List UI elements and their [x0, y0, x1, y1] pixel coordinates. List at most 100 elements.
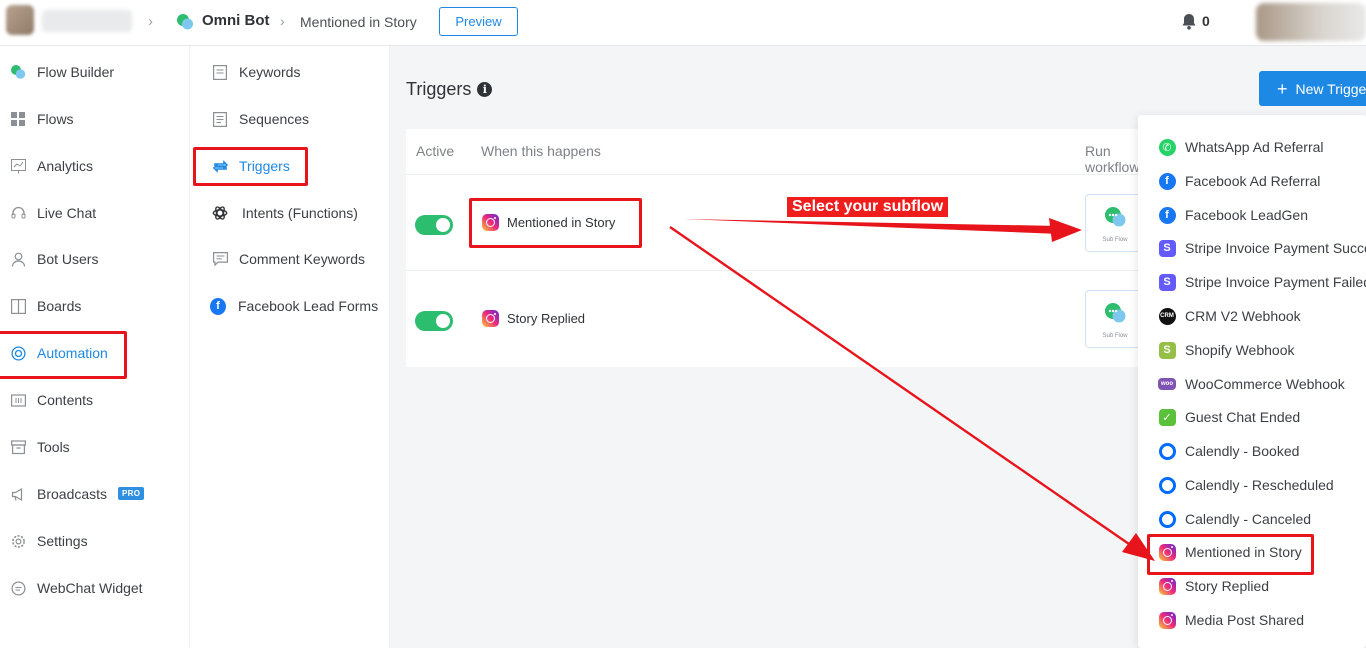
instagram-icon	[1158, 577, 1176, 595]
sidebar-item-tools[interactable]: Tools	[0, 432, 190, 462]
triggers-table: Active When this happens Run workflow Me…	[406, 129, 1166, 367]
sidebar-item-contents[interactable]: Contents	[0, 385, 190, 415]
sidebar-item-label: Boards	[37, 298, 82, 314]
highlight-box-automation	[0, 331, 127, 379]
workspace-name-blurred[interactable]	[42, 10, 132, 32]
workspace-avatar[interactable]	[6, 5, 34, 35]
column-header-when: When this happens	[481, 143, 601, 159]
subnav-item-label: Sequences	[239, 111, 310, 127]
headset-icon	[10, 205, 26, 221]
subflow-card[interactable]: Sub Flow	[1085, 194, 1145, 252]
subnav-item-facebook-lead-forms[interactable]: f Facebook Lead Forms	[190, 291, 390, 321]
sidebar-item-label: Live Chat	[37, 205, 97, 221]
facebook-icon: f	[1158, 172, 1176, 190]
chat-check-icon: ✓	[1158, 408, 1176, 426]
dropdown-item-label: Facebook LeadGen	[1185, 207, 1308, 223]
sidebar-item-label: Broadcasts	[37, 486, 108, 502]
facebook-icon: f	[1158, 206, 1176, 224]
sidebar-item-label: Flow Builder	[37, 64, 115, 80]
top-bar: › Omni Bot › Mentioned in Story Preview …	[0, 0, 1366, 46]
sidebar-item-label: Tools	[37, 439, 70, 455]
new-trigger-label: New Trigger	[1295, 80, 1366, 97]
columns-icon	[10, 298, 26, 314]
crm-icon: CRM	[1158, 307, 1176, 325]
dropdown-item-label: Media Post Shared	[1185, 612, 1305, 628]
dropdown-item-stripe-failed[interactable]: S Stripe Invoice Payment Failed	[1138, 267, 1366, 297]
notification-count: 0	[1202, 13, 1210, 29]
bot-name[interactable]: Omni Bot	[202, 12, 270, 29]
bot-chat-icon	[177, 14, 193, 30]
sidebar-item-live-chat[interactable]: Live Chat	[0, 198, 190, 228]
stripe-icon: S	[1158, 239, 1176, 257]
dropdown-item-facebook-ad-referral[interactable]: f Facebook Ad Referral	[1138, 166, 1366, 196]
sidebar-item-settings[interactable]: Settings	[0, 526, 190, 556]
subflow-label: Sub Flow	[1102, 333, 1128, 339]
document-icon	[212, 111, 228, 127]
sidebar-item-flow-builder[interactable]: Flow Builder	[0, 57, 190, 87]
subnav-item-label: Intents (Functions)	[242, 205, 358, 221]
subnav-item-comment-keywords[interactable]: Comment Keywords	[190, 244, 390, 274]
subnav-item-label: Comment Keywords	[239, 251, 366, 267]
document-icon	[212, 64, 228, 80]
subnav-item-label: Facebook Lead Forms	[238, 298, 379, 314]
table-row: Story Replied Sub Flow	[406, 270, 1166, 366]
subflow-card[interactable]: Sub Flow	[1085, 290, 1145, 348]
dropdown-item-calendly-rescheduled[interactable]: Calendly - Rescheduled	[1138, 470, 1366, 500]
dropdown-item-calendly-canceled[interactable]: Calendly - Canceled	[1138, 504, 1366, 534]
dropdown-item-crm-v2-webhook[interactable]: CRM CRM V2 Webhook	[1138, 301, 1366, 331]
dropdown-item-guest-chat-ended[interactable]: ✓ Guest Chat Ended	[1138, 402, 1366, 432]
subnav-item-label: Keywords	[239, 64, 301, 80]
preview-button[interactable]: Preview	[439, 7, 518, 36]
megaphone-icon	[10, 486, 26, 502]
sidebar-item-analytics[interactable]: Analytics	[0, 151, 190, 181]
instagram-icon	[482, 310, 499, 327]
automation-subnav: Keywords Sequences Triggers Intents (Fun…	[190, 46, 390, 648]
dropdown-item-story-replied[interactable]: Story Replied	[1138, 571, 1366, 601]
dropdown-item-label: Calendly - Canceled	[1185, 511, 1312, 527]
dropdown-item-shopify-webhook[interactable]: S Shopify Webhook	[1138, 335, 1366, 365]
calendly-icon	[1158, 476, 1176, 494]
dropdown-item-facebook-leadgen[interactable]: f Facebook LeadGen	[1138, 200, 1366, 230]
sidebar-item-flows[interactable]: Flows	[0, 104, 190, 134]
dropdown-item-calendly-booked[interactable]: Calendly - Booked	[1138, 436, 1366, 466]
annotation-label: Select your subflow	[787, 197, 949, 217]
active-toggle[interactable]	[415, 311, 453, 331]
dropdown-item-label: Calendly - Booked	[1185, 443, 1300, 459]
gear-icon	[10, 533, 26, 549]
dropdown-item-woocommerce-webhook[interactable]: woo WooCommerce Webhook	[1138, 369, 1366, 399]
openai-icon	[212, 205, 228, 221]
dropdown-item-whatsapp-ad-referral[interactable]: ✆ WhatsApp Ad Referral	[1138, 132, 1366, 162]
subnav-item-sequences[interactable]: Sequences	[190, 104, 390, 134]
sidebar-item-label: Analytics	[37, 158, 94, 174]
chevron-right-icon: ›	[280, 13, 285, 29]
trigger-label[interactable]: Story Replied	[482, 310, 585, 327]
dropdown-item-label: WooCommerce Webhook	[1185, 376, 1345, 392]
calendly-icon	[1158, 510, 1176, 528]
dropdown-item-media-post-shared[interactable]: Media Post Shared	[1138, 605, 1366, 635]
pro-badge: PRO	[118, 487, 145, 500]
subnav-item-intents[interactable]: Intents (Functions)	[190, 198, 390, 228]
page-title-text: Triggers	[406, 79, 472, 99]
bell-icon[interactable]	[1181, 13, 1197, 30]
subflow-label: Sub Flow	[1102, 237, 1128, 243]
sidebar-item-boards[interactable]: Boards	[0, 291, 190, 321]
dropdown-item-label: CRM V2 Webhook	[1185, 308, 1301, 324]
sidebar-item-label: Settings	[37, 533, 88, 549]
calendly-icon	[1158, 442, 1176, 460]
toolbox-icon	[10, 439, 26, 455]
dropdown-item-label: WhatsApp Ad Referral	[1185, 139, 1324, 155]
active-toggle[interactable]	[415, 215, 453, 235]
dropdown-item-label: Shopify Webhook	[1185, 342, 1295, 358]
sidebar-item-webchat-widget[interactable]: WebChat Widget	[0, 573, 190, 603]
new-trigger-button[interactable]: + New Trigger	[1259, 71, 1366, 106]
shopify-icon: S	[1158, 341, 1176, 359]
dropdown-item-stripe-succeeded[interactable]: S Stripe Invoice Payment Succeeded	[1138, 233, 1366, 263]
info-icon[interactable]: i	[477, 82, 493, 97]
sidebar-item-broadcasts[interactable]: Broadcasts PRO	[0, 479, 190, 509]
sidebar-item-bot-users[interactable]: Bot Users	[0, 244, 190, 274]
subnav-item-keywords[interactable]: Keywords	[190, 57, 390, 87]
sidebar-item-label: Flows	[37, 111, 74, 127]
user-avatar[interactable]	[1256, 3, 1366, 41]
subflow-icon	[1105, 303, 1126, 323]
user-icon	[10, 251, 26, 267]
